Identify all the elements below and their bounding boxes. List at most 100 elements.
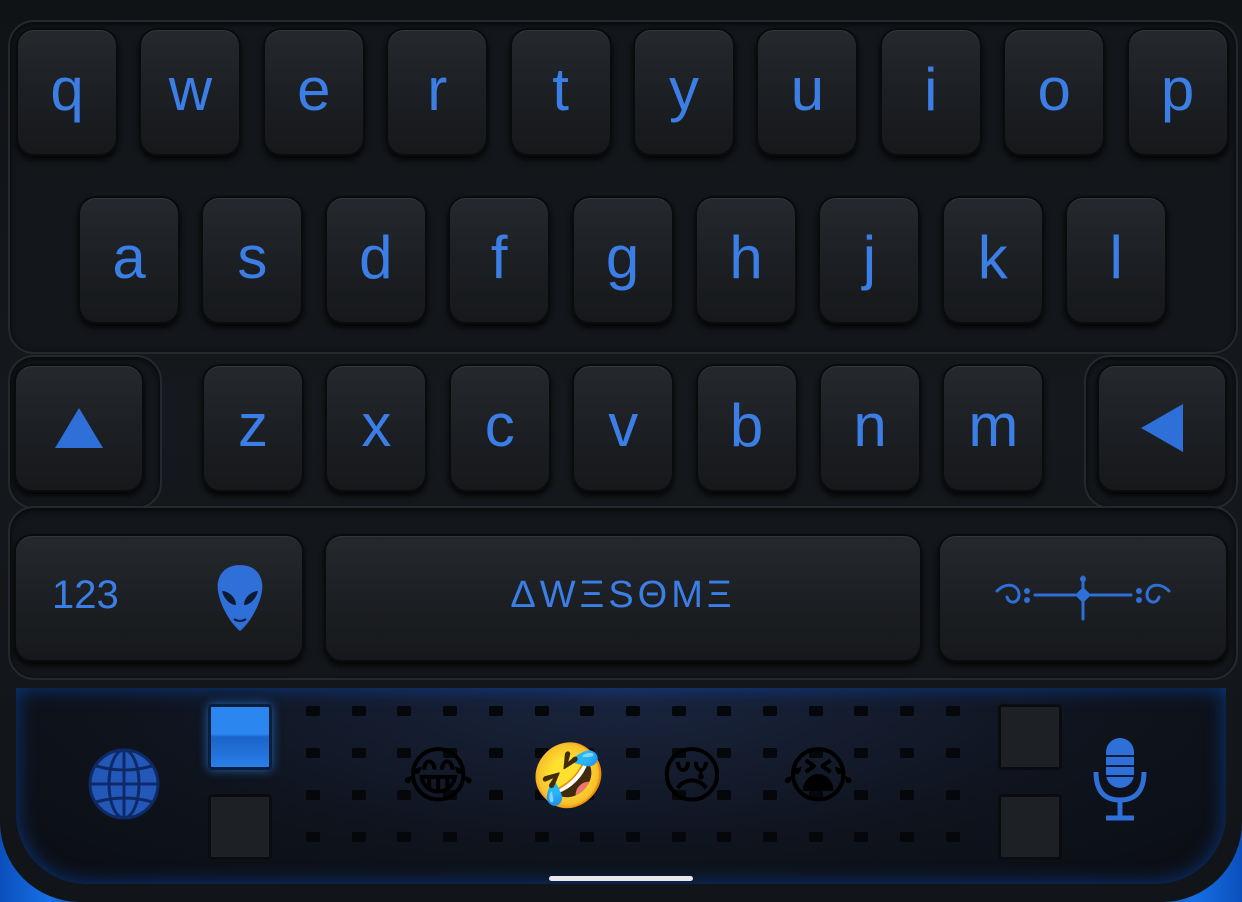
numbers-key[interactable]: 123 [14,534,304,662]
led-dot [900,748,915,758]
space-label: ΔWΞSΘMΞ [510,573,736,616]
key-k[interactable]: k [941,196,1044,324]
keyboard-shell: q w e r t y u i o p a s d f g h j k l z x c v b n m 123 ΔWΞSΘMΞ [0,0,1242,902]
key-label: o [1037,55,1071,123]
key-r[interactable]: r [386,28,489,156]
key-label: s [237,223,268,291]
key-label: b [729,391,764,459]
key-label: i [924,55,938,123]
led-dot [945,832,960,842]
key-label: p [1160,55,1195,123]
key-n[interactable]: n [819,364,921,492]
key-z[interactable]: z [202,364,304,492]
key-label: q [50,55,84,123]
led-dot [625,748,640,758]
key-p[interactable]: p [1126,28,1229,156]
key-label: e [297,55,331,123]
key-g[interactable]: g [571,196,674,324]
microphone-icon[interactable] [1090,736,1150,822]
led-dot [488,706,503,716]
key-label: d [359,223,393,291]
key-label: l [1109,223,1123,291]
led-dot [625,706,640,716]
led-dot [717,832,732,842]
return-key[interactable] [938,534,1228,662]
right-toggle-top[interactable] [998,704,1062,770]
globe-icon[interactable] [86,746,162,822]
key-label: u [790,55,825,123]
led-dot [443,832,458,842]
numbers-label: 123 [52,572,119,617]
left-toggle-top-lit[interactable] [208,704,272,770]
emoji-laughing-tears[interactable]: 😂 [402,740,474,812]
led-dot [306,748,320,758]
key-s[interactable]: s [201,196,304,324]
key-y[interactable]: y [633,28,735,156]
right-toggle-bottom[interactable] [998,794,1062,860]
left-toggle-bottom[interactable] [208,794,272,860]
led-dot [900,706,915,716]
key-w[interactable]: w [139,28,242,156]
key-label: t [552,55,569,123]
led-dot [306,832,320,842]
led-dot [854,706,869,716]
emoji-loudly-crying[interactable]: 😭 [782,740,854,812]
key-e[interactable]: e [262,28,365,156]
key-v[interactable]: v [572,364,675,492]
led-dot [443,706,458,716]
key-h[interactable]: h [695,196,797,324]
key-f[interactable]: f [448,196,551,324]
key-a[interactable]: a [78,196,180,324]
led-dot [763,790,777,800]
key-label: a [112,223,146,291]
key-l[interactable]: l [1065,196,1168,324]
key-d[interactable]: d [324,196,427,324]
backspace-left-triangle-icon [1141,404,1183,452]
shift-key[interactable] [14,364,144,492]
key-o[interactable]: o [1003,28,1106,156]
led-dot [854,832,869,842]
led-dot [945,790,960,800]
led-dot [808,706,823,716]
led-dot [534,706,549,716]
key-c[interactable]: c [448,364,551,492]
key-j[interactable]: j [818,196,921,324]
key-t[interactable]: t [509,28,612,156]
led-dot [488,790,503,800]
led-dot [306,790,320,800]
led-dot [854,748,869,758]
shift-up-triangle-icon [55,408,103,448]
key-b[interactable]: b [695,364,798,492]
emoji-crying[interactable]: 😢 [656,740,728,812]
led-dot [625,832,640,842]
led-dot [900,832,915,842]
emoji-rolling-laughing[interactable]: 🤣 [530,740,607,812]
led-dot [488,748,503,758]
led-dot [306,706,320,716]
key-label: r [427,55,448,123]
led-dot [900,790,915,800]
home-indicator[interactable] [549,876,693,881]
key-label: w [168,55,213,123]
led-dot [397,832,412,842]
backspace-key[interactable] [1097,364,1227,492]
led-dot [351,706,366,716]
led-dot [763,706,777,716]
key-label: g [605,223,640,291]
key-i[interactable]: i [879,28,982,156]
led-dot [945,706,960,716]
led-dot [534,832,549,842]
led-dot [397,706,412,716]
space-key[interactable]: ΔWΞSΘMΞ [324,534,922,662]
key-q[interactable]: q [16,28,118,156]
led-dot [808,832,823,842]
key-u[interactable]: u [756,28,859,156]
ornamental-return-icon [995,575,1171,621]
key-x[interactable]: x [325,364,428,492]
led-dot [580,832,595,842]
key-label: x [361,391,392,459]
led-dot [717,706,732,716]
key-label: h [729,223,763,291]
key-m[interactable]: m [942,364,1045,492]
led-dot [945,748,960,758]
